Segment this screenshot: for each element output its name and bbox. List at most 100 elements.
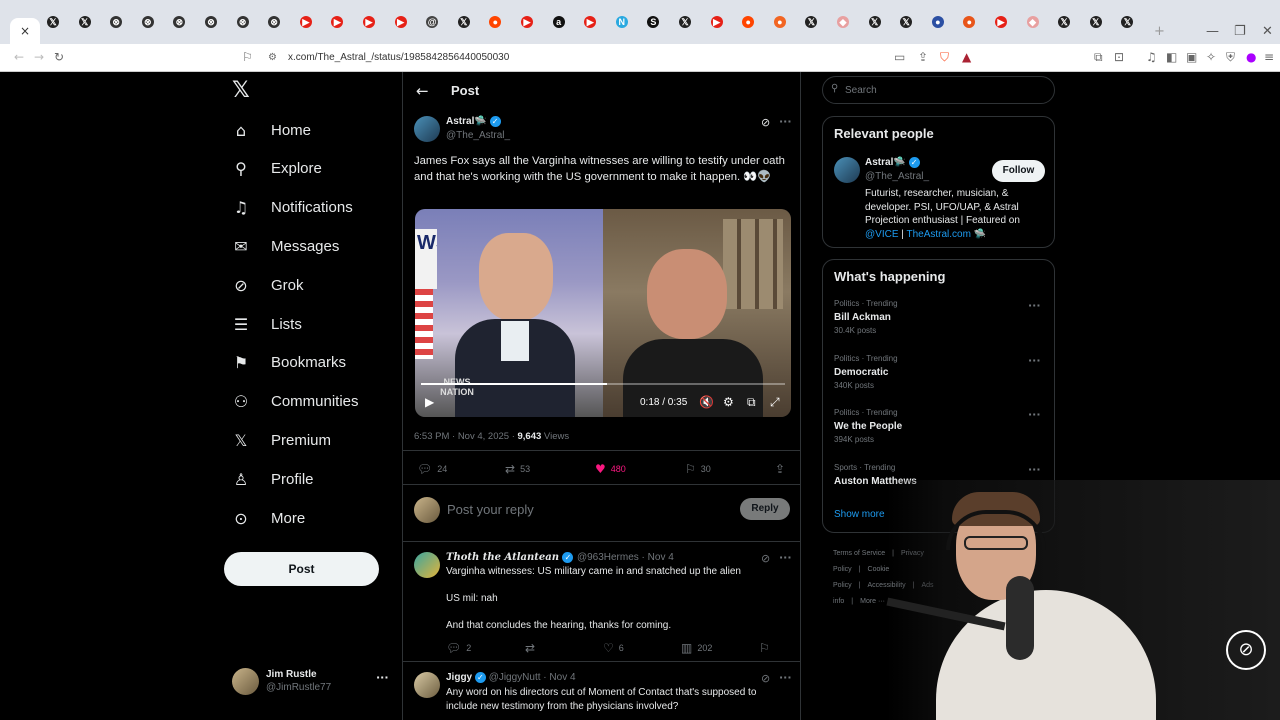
vpn-icon[interactable]: ⛨ [1226,50,1235,65]
search-input[interactable]: Search [845,85,877,96]
more-icon[interactable]: ··· [779,671,792,684]
browser-tab[interactable]: 𝕏 [866,13,884,31]
nav-item-premium[interactable]: 𝕏 Premium [232,424,331,456]
video-player[interactable]: WS ION NEWS NATION ▶ 0:18 / 0:35 🔇 ⚙ ⧉ ⤢ [415,209,791,417]
back-arrow-icon[interactable]: ← [416,82,429,100]
forward-icon[interactable]: → [34,50,44,64]
nav-item-bookmarks[interactable]: ⚑ Bookmarks [232,347,346,379]
extension-icon[interactable]: ⊡ [1114,50,1124,64]
more-icon[interactable]: ··· [1028,463,1041,476]
more-icon[interactable]: ··· [376,671,389,684]
wallet-icon[interactable]: ▣ [1186,50,1197,64]
reply-button[interactable]: Reply [740,498,790,520]
repost-action[interactable]: ⇄ [525,641,540,655]
browser-tab[interactable]: 𝕏 [44,13,62,31]
bookmark-page-icon[interactable]: ⚐ [242,50,253,64]
author-name[interactable]: Astral🛸 [446,116,487,127]
profile-icon[interactable]: ● [1246,50,1256,64]
browser-tab[interactable]: ⊗ [107,13,125,31]
bio-link[interactable]: @VICE [865,229,899,240]
menu-icon[interactable]: ≡ [1264,50,1274,64]
cast-icon[interactable]: ▭ [894,50,905,64]
browser-tab[interactable]: ▶ [518,13,536,31]
post-button[interactable]: Post [224,552,379,586]
reply-author[interactable]: Thoth the Atlantean [446,552,559,563]
browser-tab[interactable]: 𝕏 [76,13,94,31]
site-info-icon[interactable]: ⚙ [268,52,277,63]
browser-tab[interactable]: 𝕏 [802,13,820,31]
views-action[interactable]: ▥ 202 [681,641,712,655]
nav-item-profile[interactable]: ♙ Profile [232,463,314,495]
play-icon[interactable]: ▶ [425,395,434,409]
more-icon[interactable]: ··· [779,115,792,128]
nav-item-more[interactable]: ⊙ More [232,502,305,534]
settings-icon[interactable]: ⚙ [723,395,734,409]
browser-tab[interactable]: a [550,13,568,31]
trend-item[interactable]: Politics · Trending Bill Ackman 30.4K post… [834,299,898,335]
browser-tab[interactable]: 𝕏 [1055,13,1073,31]
browser-tab[interactable]: ▶ [297,13,315,31]
browser-tab[interactable]: ● [960,13,978,31]
leo-icon[interactable]: ✧ [1206,50,1216,64]
more-icon[interactable]: ··· [1028,299,1041,312]
browser-tab[interactable]: 𝕏 [455,13,473,31]
browser-tab[interactable]: 𝕏 [1118,13,1136,31]
search-box[interactable]: ⚲ Search [822,76,1055,104]
share-icon[interactable]: ⇪ [918,50,928,64]
follow-button[interactable]: Follow [992,160,1045,182]
nav-item-home[interactable]: ⌂ Home [232,114,311,146]
browser-tab[interactable]: ⊗ [170,13,188,31]
avatar[interactable] [414,672,440,698]
post-timestamp[interactable]: 6:53 PM · Nov 4, 2025 · [414,431,515,442]
nav-item-communities[interactable]: ⚇ Communities [232,386,359,418]
account-switcher[interactable]: Jim Rustle @JimRustle77 ··· [232,668,392,698]
nav-item-messages[interactable]: ✉ Messages [232,230,339,262]
x-logo-icon[interactable]: 𝕏 [232,78,250,103]
browser-tab[interactable]: ⊗ [234,13,252,31]
bookmark-action[interactable]: ⚐ [759,641,775,655]
video-progress-track[interactable] [421,383,785,385]
browser-tab[interactable]: @ [423,13,441,31]
browser-tab[interactable]: ⊗ [202,13,220,31]
browser-tab[interactable]: 𝕏 [676,13,694,31]
browser-tab[interactable]: ▶ [392,13,410,31]
bio-link[interactable]: TheAstral.com 🛸 [906,229,986,240]
trend-item[interactable]: Politics · Trending Democratic 340K posts [834,354,898,390]
reply-action[interactable]: 💬︎ 2 [446,641,471,655]
browser-tab[interactable]: ⊗ [139,13,157,31]
browser-tab[interactable]: ● [486,13,504,31]
browser-tab[interactable]: ▶ [360,13,378,31]
pip-icon[interactable]: ⧉ [747,395,756,410]
show-more-link[interactable]: Show more [834,509,885,520]
browser-tab[interactable]: S [644,13,662,31]
browser-tab[interactable]: ● [739,13,757,31]
browser-tab[interactable]: ⊗ [265,13,283,31]
mute-icon[interactable]: 🔇 [699,395,714,409]
fullscreen-icon[interactable]: ⤢ [770,395,780,410]
brave-shield-icon[interactable]: ⛉ [940,50,949,65]
reply-tweet[interactable]: Thoth the Atlantean ✓ @963Hermes · Nov 4… [403,541,800,661]
nav-item-grok[interactable]: ⊘ Grok [232,269,303,301]
avatar[interactable] [834,157,860,183]
browser-tab[interactable]: ● [929,13,947,31]
restore-icon[interactable]: ❐ [1234,24,1246,39]
sidebar-icon[interactable]: ◧ [1166,50,1177,64]
reply-handle[interactable]: @JiggyNutt · Nov 4 [489,672,576,683]
repost-action[interactable]: ⇄ 53 [505,462,530,476]
browser-tab[interactable]: ▶ [708,13,726,31]
browser-tab[interactable]: ◆ [1024,13,1042,31]
share-action[interactable]: ⇪ [775,462,790,476]
author-avatar[interactable] [414,116,440,142]
browser-tab[interactable]: ▶ [581,13,599,31]
nav-item-lists[interactable]: ☰ Lists [232,308,302,340]
url-field[interactable]: x.com/The_Astral_/status/198584285644005… [288,52,509,63]
footer-link[interactable]: Terms of Service [833,550,885,557]
browser-tab[interactable]: ● [771,13,789,31]
reply-tweet[interactable]: Jiggy ✓ @JiggyNutt · Nov 4 ⊘ ··· Any wor… [403,661,800,720]
trend-item[interactable]: Politics · Trending We the People 394K pos… [834,408,902,444]
media-icon[interactable]: ♫ [1146,50,1157,64]
close-tab-icon[interactable]: × [20,24,30,38]
browser-tab[interactable]: 𝕏 [1087,13,1105,31]
browser-tab[interactable]: ◆ [834,13,852,31]
extension-icon[interactable]: ⧉ [1094,50,1103,65]
